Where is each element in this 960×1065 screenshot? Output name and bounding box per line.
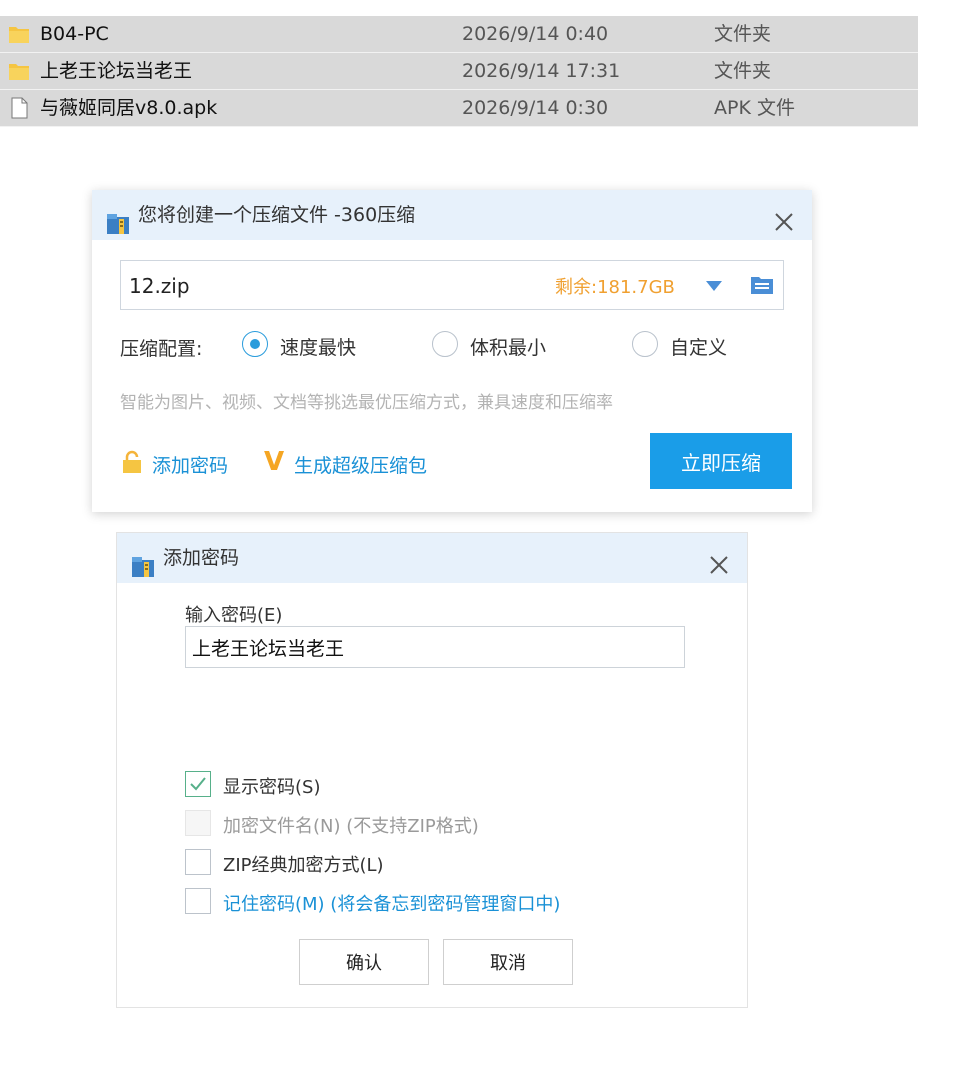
- checkbox-box: [185, 849, 211, 875]
- file-list: B04-PC 2026/9/14 0:40 文件夹 上老王论坛当老王 2026/…: [0, 16, 918, 127]
- file-row[interactable]: B04-PC 2026/9/14 0:40 文件夹: [0, 16, 918, 53]
- checkbox-label: ZIP经典加密方式(L): [223, 855, 384, 876]
- close-icon[interactable]: [707, 546, 731, 574]
- file-icon: [8, 97, 30, 119]
- file-type: 文件夹: [714, 60, 772, 82]
- chevron-down-icon[interactable]: [705, 278, 723, 292]
- close-icon[interactable]: [772, 203, 796, 231]
- file-name: 上老王论坛当老王: [40, 60, 193, 82]
- file-name: 与薇姬同居v8.0.apk: [40, 97, 218, 119]
- radio-label: 自定义: [670, 337, 728, 359]
- checkbox-box: [185, 810, 211, 836]
- compress-dialog-titlebar[interactable]: 您将创建一个压缩文件 -360压缩: [92, 190, 812, 240]
- password-dialog: 添加密码 输入密码(E) 显示密码(S) 加密文件名(N) (不支持ZIP格式)…: [116, 532, 748, 1008]
- compress-now-button[interactable]: 立即压缩: [650, 433, 792, 489]
- file-row[interactable]: 与薇姬同居v8.0.apk 2026/9/14 0:30 APK 文件: [0, 90, 918, 127]
- cancel-button[interactable]: 取消: [443, 939, 573, 985]
- password-dialog-titlebar[interactable]: 添加密码: [117, 533, 747, 583]
- checkbox-box: [185, 888, 211, 914]
- password-input-label: 输入密码(E): [185, 605, 283, 626]
- folder-icon: [8, 60, 30, 82]
- vip-v-icon: V: [264, 447, 285, 477]
- compress-hint: 智能为图片、视频、文档等挑选最优压缩方式，兼具速度和压缩率: [120, 393, 613, 413]
- checkbox-label: 记住密码(M) (将会备忘到密码管理窗口中): [223, 894, 561, 915]
- checkbox-label: 显示密码(S): [223, 777, 321, 798]
- archive-app-icon: [106, 204, 130, 234]
- output-path-box: 剩余:181.7GB: [120, 260, 784, 310]
- radio-circle: [242, 331, 268, 357]
- compress-dialog: 您将创建一个压缩文件 -360压缩 剩余:181.7GB 压缩配置: 速度最快 …: [92, 190, 812, 512]
- checkbox-box: [185, 771, 211, 797]
- archive-app-icon: [131, 547, 155, 577]
- file-date: 2026/9/14 0:40: [462, 23, 609, 45]
- compress-config-label: 压缩配置:: [120, 338, 203, 360]
- browse-folder-icon[interactable]: [749, 273, 775, 297]
- confirm-button[interactable]: 确认: [299, 939, 429, 985]
- file-date: 2026/9/14 17:31: [462, 60, 621, 82]
- file-type: APK 文件: [714, 97, 795, 119]
- file-type: 文件夹: [714, 23, 772, 45]
- folder-icon: [8, 23, 30, 45]
- radio-label: 体积最小: [470, 337, 547, 359]
- dialog-title: 添加密码: [163, 547, 240, 569]
- file-date: 2026/9/14 0:30: [462, 97, 609, 119]
- checkbox-label: 加密文件名(N) (不支持ZIP格式): [223, 816, 479, 837]
- add-password-label: 添加密码: [152, 455, 229, 477]
- lock-icon: [120, 450, 144, 474]
- file-row[interactable]: 上老王论坛当老王 2026/9/14 17:31 文件夹: [0, 53, 918, 90]
- password-input[interactable]: [185, 626, 685, 668]
- super-pack-label: 生成超级压缩包: [294, 455, 428, 477]
- radio-circle: [432, 331, 458, 357]
- file-name: B04-PC: [40, 23, 109, 45]
- archive-filename-input[interactable]: [127, 269, 531, 303]
- radio-label: 速度最快: [280, 337, 357, 359]
- dialog-title: 您将创建一个压缩文件 -360压缩: [138, 204, 416, 226]
- free-space-label: 剩余:181.7GB: [555, 277, 675, 298]
- radio-circle: [632, 331, 658, 357]
